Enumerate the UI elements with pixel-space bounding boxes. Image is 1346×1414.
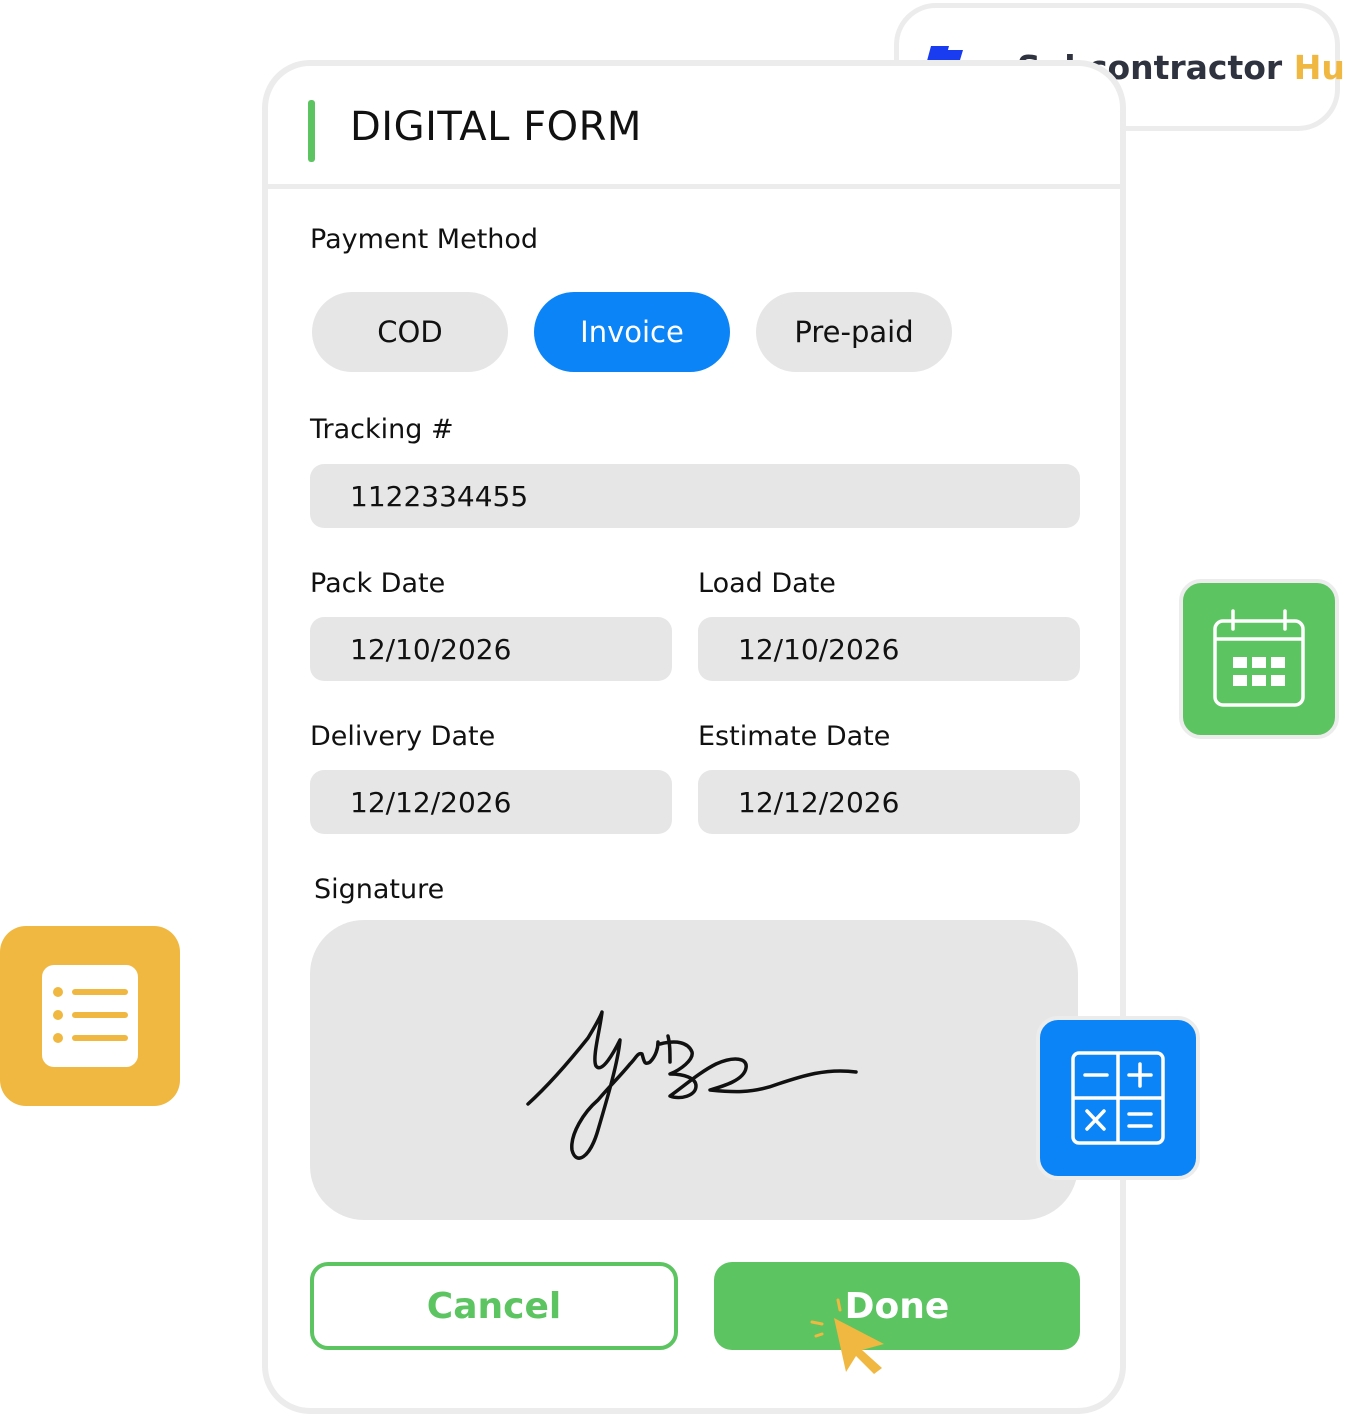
tracking-input[interactable]: 1122334455 [310,464,1080,528]
pack-date-label: Pack Date [310,568,446,599]
payment-method-label: Payment Method [310,224,539,255]
signature-label: Signature [314,874,445,905]
tracking-label: Tracking # [310,414,454,445]
load-date-input[interactable]: 12/10/2026 [698,617,1080,681]
estimate-date-input[interactable]: 12/12/2026 [698,770,1080,834]
calculator-icon [1071,1051,1165,1145]
payment-option-prepaid[interactable]: Pre-paid [756,292,952,372]
calendar-tile[interactable] [1179,579,1339,739]
calculator-tile[interactable] [1036,1016,1200,1180]
digital-form-card: DIGITAL FORM Payment Method COD Invoice … [262,60,1126,1414]
delivery-date-input[interactable]: 12/12/2026 [310,770,672,834]
list-icon [42,965,138,1067]
calendar-icon [1213,609,1305,707]
delivery-date-label: Delivery Date [310,721,496,752]
brand-name-part2: Hub [1293,48,1346,87]
cancel-button[interactable]: Cancel [310,1262,678,1350]
pointer-cursor-icon [810,1298,884,1374]
signature-pad[interactable] [310,920,1078,1220]
load-date-label: Load Date [698,568,836,599]
list-tile[interactable] [0,926,180,1106]
payment-option-cod[interactable]: COD [312,292,508,372]
done-button[interactable]: Done [714,1262,1080,1350]
form-title: DIGITAL FORM [350,104,642,150]
form-header: DIGITAL FORM [268,66,1120,189]
header-accent-bar [308,100,315,162]
payment-option-invoice[interactable]: Invoice [534,292,730,372]
estimate-date-label: Estimate Date [698,721,891,752]
pack-date-input[interactable]: 12/10/2026 [310,617,672,681]
signature-stroke [526,1010,858,1160]
